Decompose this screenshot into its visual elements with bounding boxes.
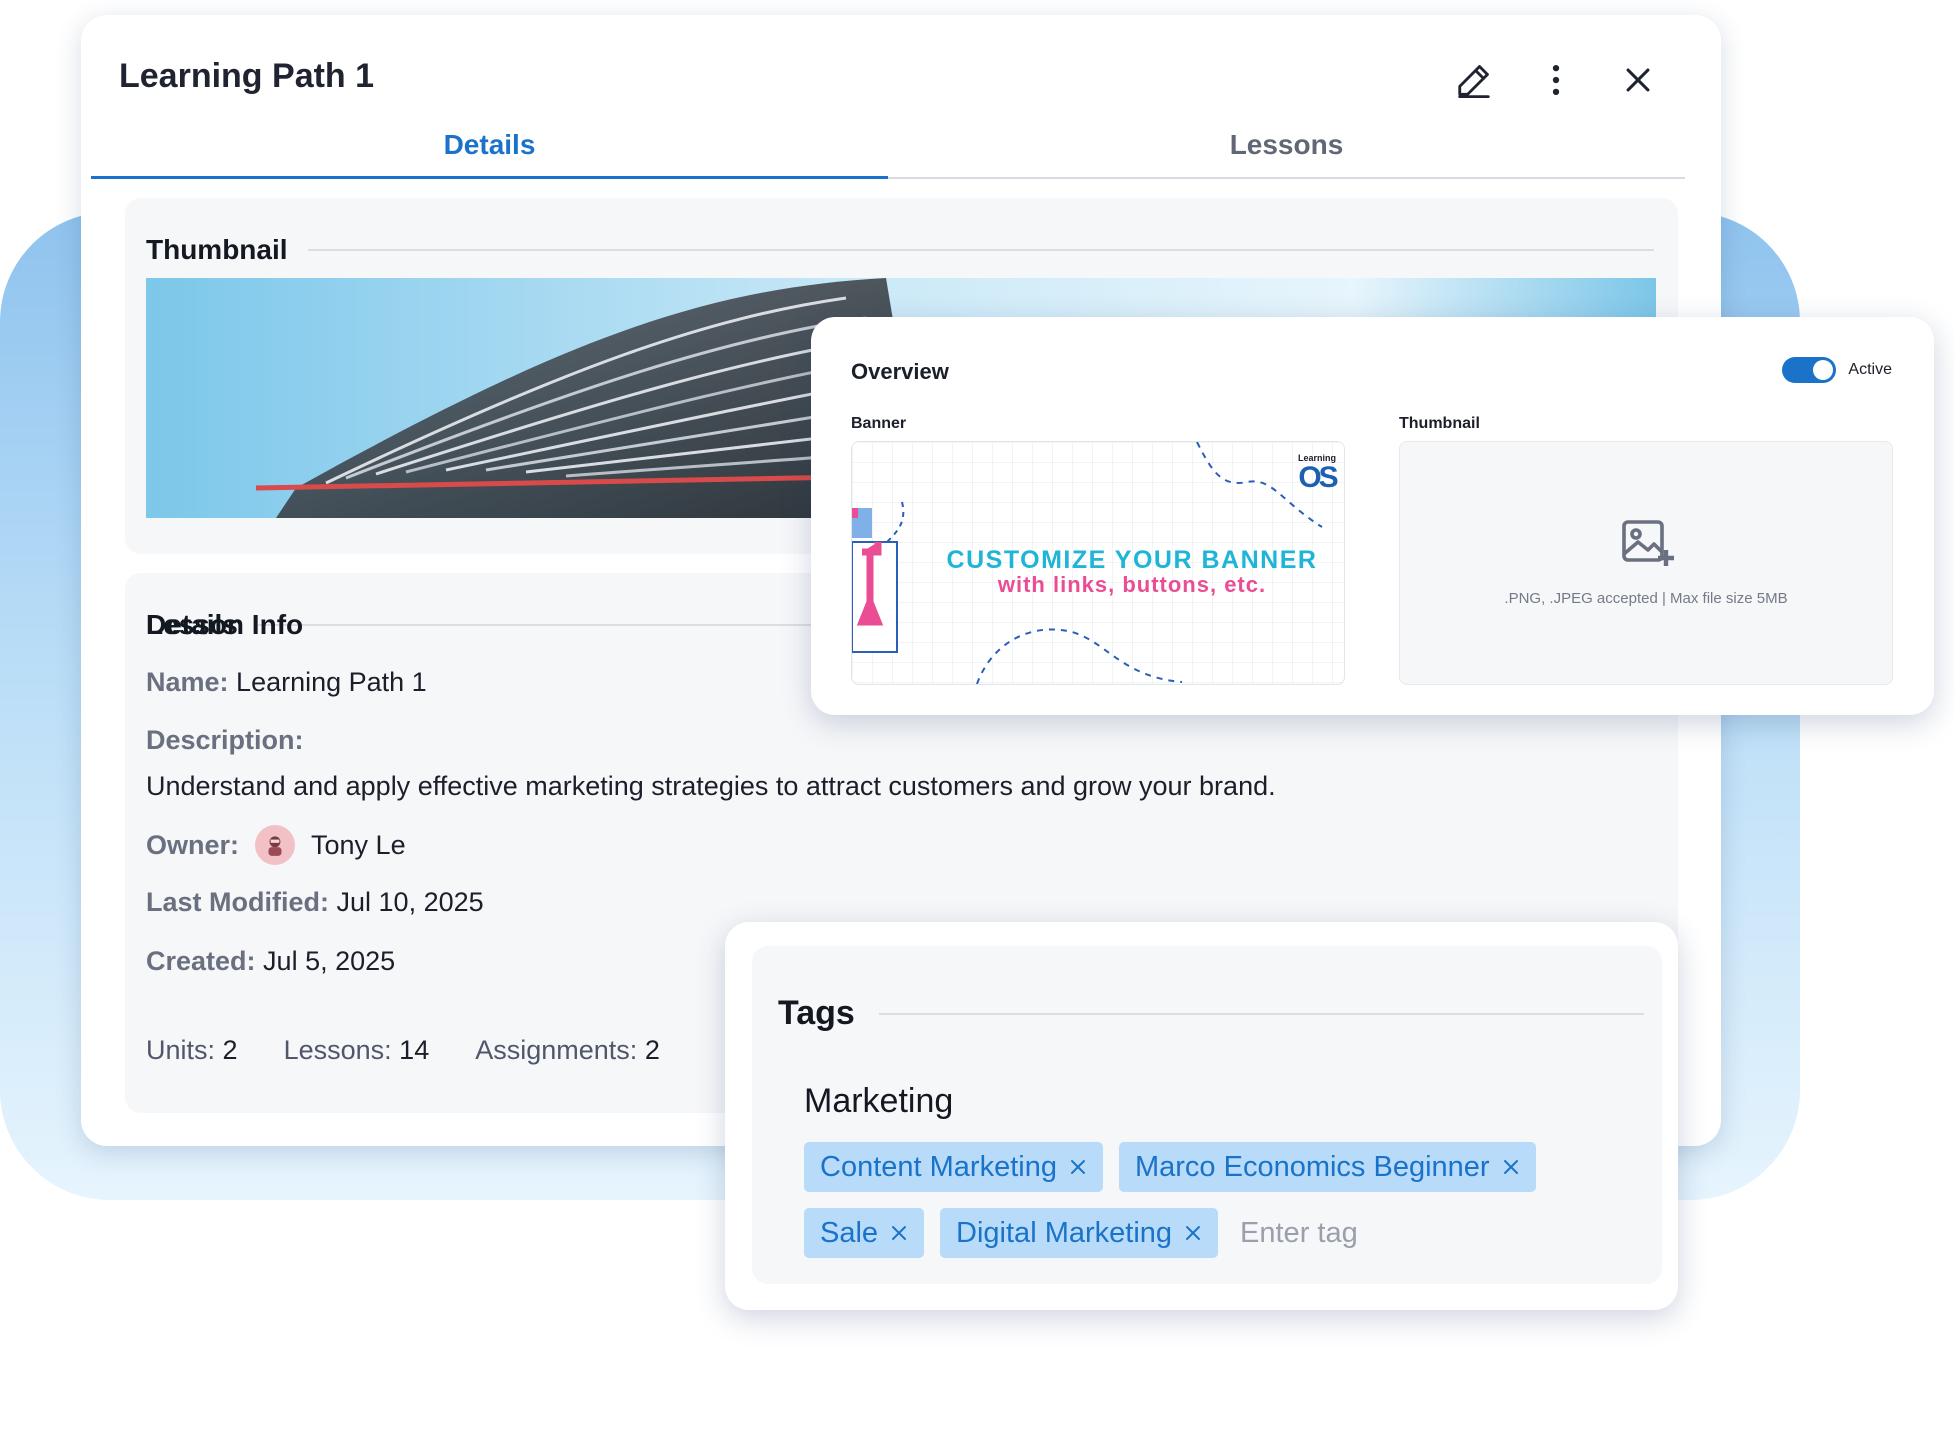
tag-label: Marco Economics Beginner [1134,1150,1490,1183]
thumbnail-upload-note: .PNG, .JPEG accepted | Max file size 5MB [1504,590,1788,607]
overview-card: Overview Active Banner Learning OS CUSTO… [811,317,1934,715]
assignments-value: 2 [644,1035,660,1065]
section-divider [307,249,1654,251]
description-label-row: Description: [146,725,304,756]
owner-field: Owner: Tony Le [146,825,406,865]
last-modified-value: Jul 10, 2025 [336,887,484,917]
tag-input[interactable] [1234,1208,1427,1258]
name-label: Name: [146,667,229,697]
tag-chip: Sale [804,1208,925,1258]
tab-details[interactable]: Details [91,117,888,179]
name-value: Learning Path 1 [236,667,427,697]
tab-bar: Details Lessons [91,117,1685,179]
lessons-value: 14 [399,1035,430,1065]
assignments-stat: Assignments: 2 [475,1035,660,1066]
owner-value: Tony Le [311,829,406,860]
banner-logo: Learning OS [1298,454,1339,494]
edit-icon [1458,65,1490,99]
tags-header: Tags [778,994,1644,1033]
created-label: Created: [146,946,256,976]
image-add-icon [1622,520,1674,566]
units-value: 2 [222,1035,238,1065]
thumbnail-section-header: Thumbnail [146,234,1654,266]
tag-chip: Content Marketing [804,1142,1103,1192]
units-label: Units: [146,1035,216,1065]
page-title: Learning Path 1 [119,57,375,95]
assignments-label: Assignments: [475,1035,638,1065]
description-label: Description: [146,725,304,755]
last-modified-label: Last Modified: [146,887,329,917]
banner-subheadline: with links, buttons, etc. [997,572,1267,597]
tags-card: Tags Marketing Content Marketing Marco E… [725,922,1678,1310]
owner-label: Owner: [146,829,240,860]
tab-lessons[interactable]: Lessons [888,117,1685,177]
tag-remove-button[interactable] [890,1224,908,1242]
created-value: Jul 5, 2025 [263,946,396,976]
section-divider [878,1012,1644,1015]
tag-remove-icon [1070,1160,1085,1174]
active-toggle-group: Active [1782,357,1892,383]
name-field: Name: Learning Path 1 [146,667,427,698]
tag-remove-button[interactable] [1069,1158,1087,1176]
lesson-info-title: Lesson Info [146,609,304,640]
lesson-stats: Units: 2 Lessons: 14 Assignments: 2 [146,1035,660,1066]
lessons-label: Lessons: [283,1035,392,1065]
tag-remove-button[interactable] [1184,1224,1202,1242]
thumbnail-section-title: Thumbnail [146,234,288,265]
units-stat: Units: 2 [146,1035,238,1066]
close-button[interactable] [1615,57,1661,103]
avatar-icon [268,836,282,856]
active-toggle[interactable] [1782,357,1837,383]
tag-remove-icon [1186,1226,1201,1240]
tags-title: Tags [778,994,855,1032]
overview-title: Overview [851,359,949,384]
tag-label: Digital Marketing [956,1216,1173,1249]
tag-remove-icon [892,1226,907,1240]
more-options-button[interactable] [1533,57,1579,103]
banner-logo-big: OS [1298,461,1338,494]
thumbnail-upload-label: Thumbnail [1399,415,1480,432]
header-actions [1451,57,1661,103]
tag-remove-icon [1503,1160,1518,1174]
tags-panel: Tags Marketing Content Marketing Marco E… [752,946,1662,1284]
last-modified-field: Last Modified: Jul 10, 2025 [146,887,484,918]
active-toggle-label: Active [1848,361,1892,378]
more-vertical-icon [1552,64,1560,96]
banner-label: Banner [851,415,907,432]
avatar [255,825,296,865]
tag-remove-button[interactable] [1502,1158,1520,1176]
lessons-stat: Lessons: 14 [284,1035,430,1066]
close-icon [1626,68,1650,92]
banner-headline: CUSTOMIZE YOUR BANNER [946,546,1318,574]
tag-label: Sale [820,1216,879,1249]
tag-chip: Digital Marketing [940,1208,1219,1258]
thumbnail-upload-dropzone[interactable]: .PNG, .JPEG accepted | Max file size 5MB [1399,441,1893,685]
tag-chip: Marco Economics Beginner [1118,1142,1536,1192]
tag-list: Content Marketing Marco Economics Beginn… [804,1142,1644,1258]
tags-group-label: Marketing [804,1082,954,1120]
stage: Learning Path 1 Details Lessons Thumbnai… [0,0,1954,1434]
banner-preview[interactable]: Learning OS CUSTOMIZE YOUR BANNER with l… [851,441,1345,685]
description-value: Understand and apply effective marketing… [146,771,1276,801]
tag-label: Content Marketing [820,1150,1057,1183]
edit-button[interactable] [1451,57,1497,103]
created-field: Created: Jul 5, 2025 [146,946,395,977]
